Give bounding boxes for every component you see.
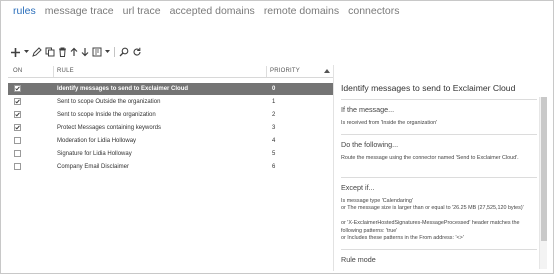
rule-name: Identify messages to send to Exclaimer C… xyxy=(57,86,189,92)
rule-details-title: Identify messages to send to Exclaimer C… xyxy=(341,83,516,93)
column-divider xyxy=(266,66,267,77)
tab-remote-domains[interactable]: remote domains xyxy=(264,5,339,23)
section-divider xyxy=(341,249,537,250)
rule-details-pane: Identify messages to send to Exclaimer C… xyxy=(341,83,537,269)
rule-priority: 2 xyxy=(272,112,276,118)
column-header-priority[interactable]: PRIORITY xyxy=(270,68,300,74)
table-row[interactable]: Signature for Lidia Holloway 5 xyxy=(8,148,333,160)
column-header-rule[interactable]: RULE xyxy=(57,68,74,74)
delete-icon[interactable] xyxy=(58,46,67,58)
column-header-on[interactable]: ON xyxy=(13,68,22,74)
rule-name: Sent to scope Inside the organization xyxy=(57,112,156,118)
rule-name: Company Email Disclaimer xyxy=(57,164,130,170)
tab-accepted-domains[interactable]: accepted domains xyxy=(170,5,255,23)
export-dropdown-caret-icon[interactable] xyxy=(105,46,110,58)
rule-priority: 5 xyxy=(272,151,276,157)
rule-priority: 4 xyxy=(272,138,276,144)
sort-ascending-icon[interactable] xyxy=(324,69,330,73)
table-row[interactable]: Moderation for Lidia Holloway 4 xyxy=(8,135,333,147)
rule-enabled-checkbox[interactable] xyxy=(14,85,21,92)
table-row[interactable]: Sent to scope Outside the organization 1 xyxy=(8,96,333,108)
rule-name: Signature for Lidia Holloway xyxy=(57,151,132,157)
rule-priority: 6 xyxy=(272,164,276,170)
add-dropdown-caret-icon[interactable] xyxy=(24,46,29,58)
section-divider xyxy=(341,134,537,135)
rule-enabled-checkbox[interactable] xyxy=(14,98,21,105)
rule-enabled-checkbox[interactable] xyxy=(14,111,21,118)
rule-enabled-checkbox[interactable] xyxy=(14,124,21,131)
rules-table: ON RULE PRIORITY Identify messages to se… xyxy=(8,65,333,271)
if-text: Is received from 'Inside the organizatio… xyxy=(341,120,438,126)
add-icon[interactable] xyxy=(10,46,21,58)
table-row[interactable]: Sent to scope Inside the organization 2 xyxy=(8,109,333,121)
tab-url-trace[interactable]: url trace xyxy=(123,5,161,23)
search-icon[interactable] xyxy=(119,46,129,58)
eac-mail-flow-panel: rules message trace url trace accepted d… xyxy=(0,0,554,274)
mail-flow-tabs: rules message trace url trace accepted d… xyxy=(13,5,399,23)
toolbar-separator xyxy=(114,47,115,57)
rule-name: Moderation for Lidia Holloway xyxy=(57,138,137,144)
except-heading: Except if... xyxy=(341,183,375,192)
table-row[interactable]: Identify messages to send to Exclaimer C… xyxy=(8,83,333,95)
do-heading: Do the following... xyxy=(341,140,399,149)
move-down-icon[interactable] xyxy=(81,46,89,58)
tab-connectors[interactable]: connectors xyxy=(348,5,399,23)
rule-priority: 3 xyxy=(272,125,276,131)
rule-priority: 1 xyxy=(272,99,276,105)
except-condition: or Includes these patterns in the From a… xyxy=(341,235,464,241)
except-condition: or 'X-ExclaimerHostedSignatures-MessageP… xyxy=(341,220,520,234)
copy-icon[interactable] xyxy=(45,46,55,58)
move-up-icon[interactable] xyxy=(70,46,78,58)
section-divider xyxy=(341,99,537,100)
rule-enabled-checkbox[interactable] xyxy=(14,150,21,157)
rule-mode-heading: Rule mode xyxy=(341,255,376,264)
column-divider xyxy=(53,66,54,77)
pane-divider xyxy=(333,65,334,271)
edit-icon[interactable] xyxy=(32,46,42,58)
tab-rules[interactable]: rules xyxy=(13,5,36,23)
table-row[interactable]: Protect Messages containing keywords 3 xyxy=(8,122,333,134)
rule-enabled-checkbox[interactable] xyxy=(14,137,21,144)
details-scrollbar[interactable] xyxy=(539,97,547,269)
rule-enabled-checkbox[interactable] xyxy=(14,163,21,170)
export-icon[interactable] xyxy=(92,46,102,58)
table-row[interactable]: Company Email Disclaimer 6 xyxy=(8,161,333,173)
rule-name: Sent to scope Outside the organization xyxy=(57,99,161,105)
refresh-icon[interactable] xyxy=(132,46,142,58)
if-heading: If the message... xyxy=(341,105,395,114)
rules-toolbar xyxy=(10,45,142,59)
except-condition: or The message size is larger than or eq… xyxy=(341,205,524,211)
rule-priority: 0 xyxy=(272,86,276,92)
tab-message-trace[interactable]: message trace xyxy=(45,5,114,23)
table-header: ON RULE PRIORITY xyxy=(8,65,333,78)
scrollbar-thumb[interactable] xyxy=(541,97,547,241)
rule-name: Protect Messages containing keywords xyxy=(57,125,162,131)
section-divider xyxy=(341,177,537,178)
do-text: Route the message using the connector na… xyxy=(341,155,519,161)
